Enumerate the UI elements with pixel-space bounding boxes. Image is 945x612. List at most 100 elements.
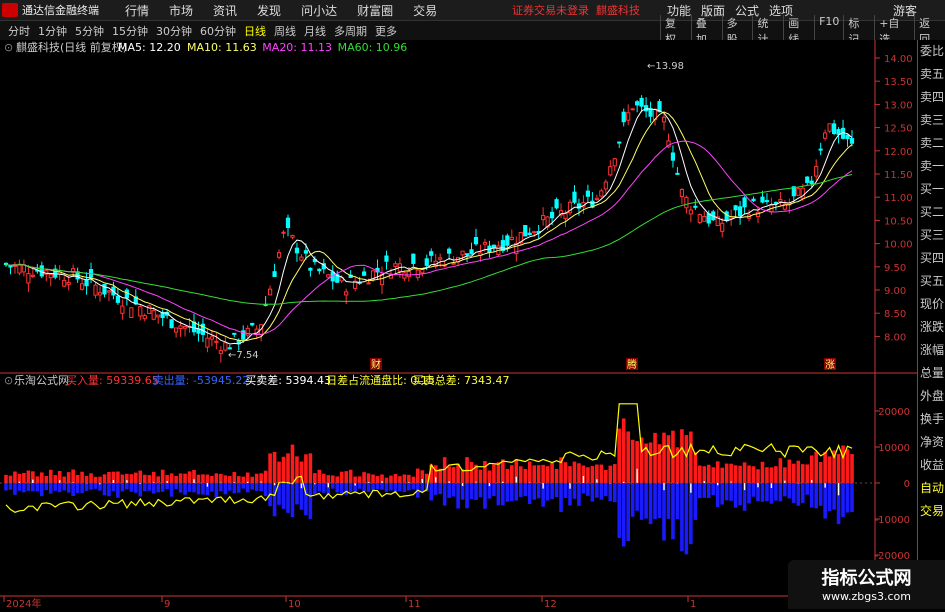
tab-period-9[interactable]: 多周期 (330, 23, 371, 39)
candle-body (524, 226, 527, 236)
buy-bar (183, 474, 187, 483)
sell-bar (810, 483, 814, 508)
diff-bar (32, 480, 33, 483)
buy-bar (667, 435, 671, 483)
sell-bar (89, 483, 93, 490)
buy-bar (734, 465, 738, 483)
sell-bar (188, 483, 192, 492)
quote-field-11: 现价 (918, 293, 945, 316)
sell-bar (573, 483, 577, 499)
menu-item-wealth[interactable]: 财富圈 (347, 2, 403, 19)
buy-bar (685, 435, 689, 483)
buy-bar (528, 461, 532, 483)
sell-bar (761, 483, 765, 502)
candle-body (219, 351, 222, 354)
diff-bar (704, 481, 705, 483)
sell-bar (156, 483, 160, 492)
candle-body (233, 333, 236, 334)
buy-bar (376, 476, 380, 483)
low-price-label: ←7.54 (228, 350, 259, 361)
buy-bar (604, 470, 608, 483)
kline-chart-svg[interactable]: ⊙麒盛科技(日线 前复权)MA5: 12.20MA10: 11.63MA20: … (0, 40, 917, 609)
buy-bar (796, 461, 800, 483)
quote-field-17: 净资 (918, 431, 945, 454)
sell-bar (447, 483, 451, 498)
diff-bar (422, 479, 423, 483)
tab-period-0[interactable]: 分时 (4, 23, 34, 39)
buy-bar (541, 465, 545, 483)
quote-field-19[interactable]: 自动 (918, 477, 945, 500)
candle-body (157, 315, 160, 317)
buy-bar (349, 470, 353, 483)
quote-field-13: 涨幅 (918, 339, 945, 362)
tab-period-2[interactable]: 5分钟 (71, 23, 108, 39)
tab-period-10[interactable]: 更多 (371, 23, 401, 39)
buy-bar (747, 465, 751, 483)
candle-body (761, 197, 764, 202)
diff-bar (771, 483, 772, 488)
buy-bar (707, 465, 711, 483)
sell-bar (671, 483, 675, 539)
quote-field-4: 卖二 (918, 132, 945, 155)
sell-bar (138, 483, 142, 496)
buy-bar (36, 476, 40, 483)
tab-period-5[interactable]: 60分钟 (196, 23, 240, 39)
sell-bar (608, 483, 612, 501)
buy-bar (331, 475, 335, 483)
price-tick-label-11: 8.50 (884, 309, 906, 320)
menu-item-discover[interactable]: 发现 (247, 2, 291, 19)
candle-body (832, 124, 835, 134)
candle-body (671, 153, 674, 160)
candle-body (170, 320, 173, 328)
price-tick-label-8: 10.00 (884, 240, 913, 251)
diff-bar (435, 477, 436, 483)
candle-body (721, 223, 724, 231)
buy-bar (711, 467, 715, 483)
sell-bar (367, 483, 371, 492)
sell-bar (438, 483, 442, 494)
buy-bar (138, 471, 142, 483)
buy-bar (519, 466, 523, 483)
menu-item-news[interactable]: 资讯 (203, 2, 247, 19)
buy-bar (416, 469, 420, 483)
sell-bar (80, 483, 84, 493)
quote-field-20[interactable]: 交易 (918, 500, 945, 523)
tab-period-8[interactable]: 月线 (300, 23, 330, 39)
diff-bar (113, 480, 114, 483)
buy-bar (385, 478, 389, 483)
login-notice[interactable]: 证券交易未登录 麒盛科技 (512, 2, 640, 18)
menu-item-quotes[interactable]: 行情 (115, 2, 159, 19)
candle-body (613, 159, 616, 166)
tab-period-6[interactable]: 日线 (240, 23, 270, 39)
chart-area[interactable]: ⊙麒盛科技(日线 前复权)MA5: 12.20MA10: 11.63MA20: … (0, 40, 917, 609)
candle-body (94, 285, 97, 295)
ma-label-2: MA20: 11.13 (262, 41, 332, 54)
buy-bar (85, 476, 89, 483)
quote-field-12: 涨跌 (918, 316, 945, 339)
sell-bar (53, 483, 57, 491)
sell-bar (18, 483, 22, 491)
sell-bar (36, 483, 40, 491)
price-tick-label-12: 8.00 (884, 332, 906, 343)
event-marker-2: 涨 (825, 359, 835, 371)
buy-bar (617, 429, 621, 483)
sell-bar (94, 483, 98, 489)
candle-body (224, 343, 227, 350)
buy-bar (210, 476, 214, 483)
tab-period-3[interactable]: 15分钟 (108, 23, 152, 39)
buy-bar (774, 466, 778, 483)
buy-bar (770, 467, 774, 483)
buy-bar (116, 472, 120, 483)
candle-body (139, 307, 142, 316)
buy-bar (9, 476, 13, 483)
candle-body (130, 308, 133, 318)
buy-bar (546, 466, 550, 483)
tab-period-1[interactable]: 1分钟 (34, 23, 71, 39)
menu-item-trade[interactable]: 交易 (403, 2, 447, 19)
candle-body (774, 202, 777, 203)
menu-item-market[interactable]: 市场 (159, 2, 203, 19)
tab-period-7[interactable]: 周线 (270, 23, 300, 39)
tab-period-4[interactable]: 30分钟 (152, 23, 196, 39)
menu-item-ask[interactable]: 问小达 (291, 2, 347, 19)
candle-body (143, 316, 146, 319)
